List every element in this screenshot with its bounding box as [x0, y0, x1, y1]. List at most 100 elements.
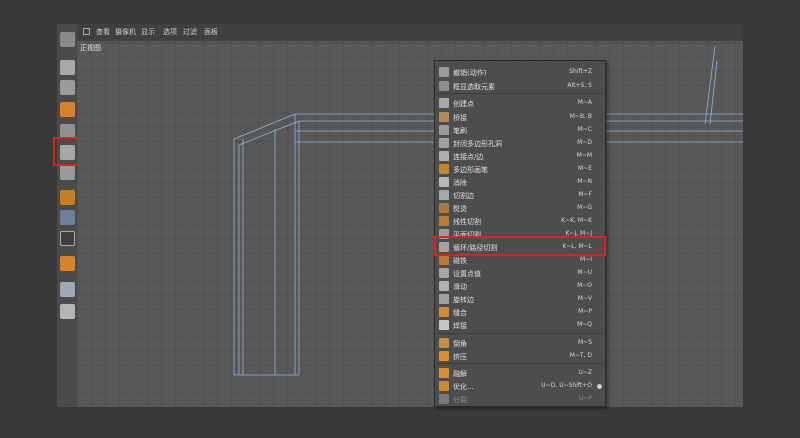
stitch-icon: [439, 307, 449, 317]
menu-item-shortcut: Alt+S, S: [567, 82, 592, 89]
menu-item-label: 滑动: [453, 283, 467, 291]
menu-item-label: 消除: [453, 179, 467, 187]
iron-icon: [439, 203, 449, 213]
menu-item-create-point[interactable]: 创建点 M~A: [435, 97, 605, 110]
menu-item-slide[interactable]: 滑动 M~O: [435, 280, 605, 293]
menu-item-shortcut: U~O, U~Shift+O: [541, 382, 592, 389]
menu-item-melt[interactable]: 融解 U~Z: [435, 367, 605, 380]
bevel-icon: [439, 338, 449, 348]
menu-item-shortcut: U~Z: [578, 369, 592, 376]
menu-item-frame[interactable]: 框显选取元素 Alt+S, S: [435, 80, 605, 93]
checker-icon[interactable]: [60, 80, 75, 95]
undo-icon: [439, 67, 449, 77]
menu-item-connect[interactable]: 连接点/边 M~M: [435, 150, 605, 163]
menu-options[interactable]: 选项: [163, 27, 177, 37]
menu-item-shortcut: U~P: [578, 395, 592, 402]
viewport-menubar: 查看 摄像机 显示 选项 过滤 面板: [77, 24, 743, 41]
extrude-icon: [439, 351, 449, 361]
viewport-layout-icon[interactable]: [83, 28, 90, 35]
menu-item-extrude[interactable]: 挤压 M~T, D: [435, 350, 605, 363]
menu-item-polygon-pen[interactable]: 多边形画笔 M~E: [435, 163, 605, 176]
connect-icon: [439, 151, 449, 161]
menu-item-shortcut: M~A: [577, 99, 592, 106]
menu-item-shortcut: M~B, B: [569, 113, 592, 120]
menu-item-label: 切割边: [453, 192, 474, 200]
menu-item-shortcut: M~N: [577, 178, 592, 185]
split-icon: [439, 394, 449, 404]
menu-display[interactable]: 显示: [141, 27, 155, 37]
front-viewport[interactable]: 正视图: [77, 41, 743, 407]
menu-item-label: 笔刷: [453, 127, 467, 135]
menu-item-shortcut: Shift+Z: [569, 68, 592, 75]
left-toolbar: [57, 24, 77, 407]
menu-item-shortcut: M~D: [577, 139, 592, 146]
menu-item-shortcut: M~O: [577, 282, 592, 289]
menu-camera[interactable]: 摄像机: [115, 27, 136, 37]
menu-item-label: 撤销(动作): [453, 69, 487, 77]
menu-separator: [437, 333, 603, 334]
lock-icon[interactable]: [60, 304, 75, 319]
bridge-icon: [439, 112, 449, 122]
menu-item-label: 焊接: [453, 322, 467, 330]
menu-item-split[interactable]: 分裂 U~P: [435, 393, 605, 406]
options-dot-icon[interactable]: [597, 384, 602, 389]
menu-item-iron[interactable]: 熨烫 M~G: [435, 202, 605, 215]
context-menu: 撤销(动作) Shift+Z 框显选取元素 Alt+S, S 创建点 M~A 桥接 M~B, …: [434, 60, 606, 407]
menu-item-stitch[interactable]: 缝合 M~P: [435, 306, 605, 319]
menu-item-label: 熨烫: [453, 205, 467, 213]
magnet-tool-icon: [439, 255, 449, 265]
menu-item-spin-edge[interactable]: 旋转边 M~V: [435, 293, 605, 306]
dissolve-icon: [439, 177, 449, 187]
knife-icon: [439, 216, 449, 226]
mouse-icon[interactable]: [60, 210, 75, 225]
menu-item-close-hole[interactable]: 封闭多边形孔洞 M~D: [435, 137, 605, 150]
menu-item-shortcut: M~T, D: [569, 352, 592, 359]
menu-item-brush[interactable]: 笔刷 M~C: [435, 124, 605, 137]
menu-item-label: 线性切割: [453, 218, 481, 226]
menu-item-label: 桥接: [453, 114, 467, 122]
menu-filter[interactable]: 过滤: [183, 27, 197, 37]
menu-item-label: 旋转边: [453, 296, 474, 304]
magnet-icon[interactable]: [60, 256, 75, 271]
weld-icon: [439, 320, 449, 330]
menu-item-label: 磁铁: [453, 257, 467, 265]
create-point-icon: [439, 98, 449, 108]
snap-s-icon[interactable]: [60, 231, 75, 246]
axis-icon[interactable]: [60, 190, 75, 205]
menu-item-shortcut: M~P: [578, 308, 592, 315]
texture-icon[interactable]: [60, 102, 75, 117]
menu-item-optimize[interactable]: 优化... U~O, U~Shift+O: [435, 380, 605, 393]
loop-cut-highlight-box: [434, 236, 606, 256]
menu-item-label: 连接点/边: [453, 153, 484, 161]
optimize-icon: [439, 381, 449, 391]
menu-separator: [437, 93, 603, 94]
melt-icon: [439, 368, 449, 378]
menu-item-undo[interactable]: 撤销(动作) Shift+Z: [435, 66, 605, 79]
spin-edge-icon: [439, 294, 449, 304]
c4d-window: 查看 摄像机 显示 选项 过滤 面板 正视图: [53, 24, 743, 407]
cube-mode-icon[interactable]: [60, 60, 75, 75]
menu-item-bridge[interactable]: 桥接 M~B, B: [435, 111, 605, 124]
menu-item-bevel[interactable]: 倒角 M~S: [435, 337, 605, 350]
menu-item-shortcut: M~F: [578, 191, 592, 198]
menu-item-shortcut: M~Q: [577, 321, 592, 328]
menu-item-knife[interactable]: 线性切割 K~K, M~K: [435, 215, 605, 228]
brush-icon: [439, 125, 449, 135]
set-value-icon: [439, 268, 449, 278]
menu-item-shortcut: M~S: [577, 339, 592, 346]
menu-item-weld[interactable]: 焊接 M~Q: [435, 319, 605, 332]
menu-item-shortcut: K~K, M~K: [561, 217, 592, 224]
model-mode-icon[interactable]: [60, 165, 75, 180]
menu-item-label: 缝合: [453, 309, 467, 317]
menu-item-label: 多边形画笔: [453, 166, 488, 174]
menu-panel[interactable]: 面板: [204, 27, 218, 37]
polygon-pen-icon: [439, 164, 449, 174]
menu-item-label: 挤压: [453, 353, 467, 361]
menu-view[interactable]: 查看: [96, 27, 110, 37]
menu-item-edge-cut[interactable]: 切割边 M~F: [435, 189, 605, 202]
menu-item-dissolve[interactable]: 消除 M~N: [435, 176, 605, 189]
c4d-logo-icon[interactable]: [60, 32, 75, 47]
menu-item-label: 融解: [453, 370, 467, 378]
workplane-icon[interactable]: [60, 282, 75, 297]
menu-item-set-value[interactable]: 设置点值 M~U: [435, 267, 605, 280]
